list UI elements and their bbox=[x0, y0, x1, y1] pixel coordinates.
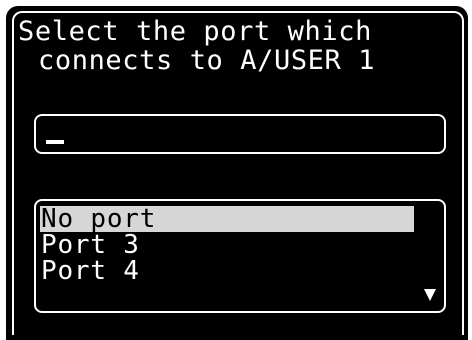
list-item-no-port[interactable]: No port bbox=[40, 206, 414, 232]
port-search-input[interactable] bbox=[34, 114, 446, 154]
scroll-down-arrow-icon[interactable] bbox=[424, 289, 436, 301]
list-item-port-3[interactable]: Port 3 bbox=[36, 232, 444, 258]
list-item-port-4[interactable]: Port 4 bbox=[36, 258, 444, 284]
port-list[interactable]: No port Port 3 Port 4 bbox=[34, 199, 446, 313]
osd-screen: Select the port which connects to A/USER … bbox=[6, 6, 468, 340]
prompt-line-2: connects to A/USER 1 bbox=[38, 45, 376, 76]
text-cursor bbox=[46, 140, 64, 144]
prompt-line-1: Select the port which bbox=[18, 16, 372, 47]
prompt-text: Select the port which connects to A/USER … bbox=[18, 17, 472, 75]
